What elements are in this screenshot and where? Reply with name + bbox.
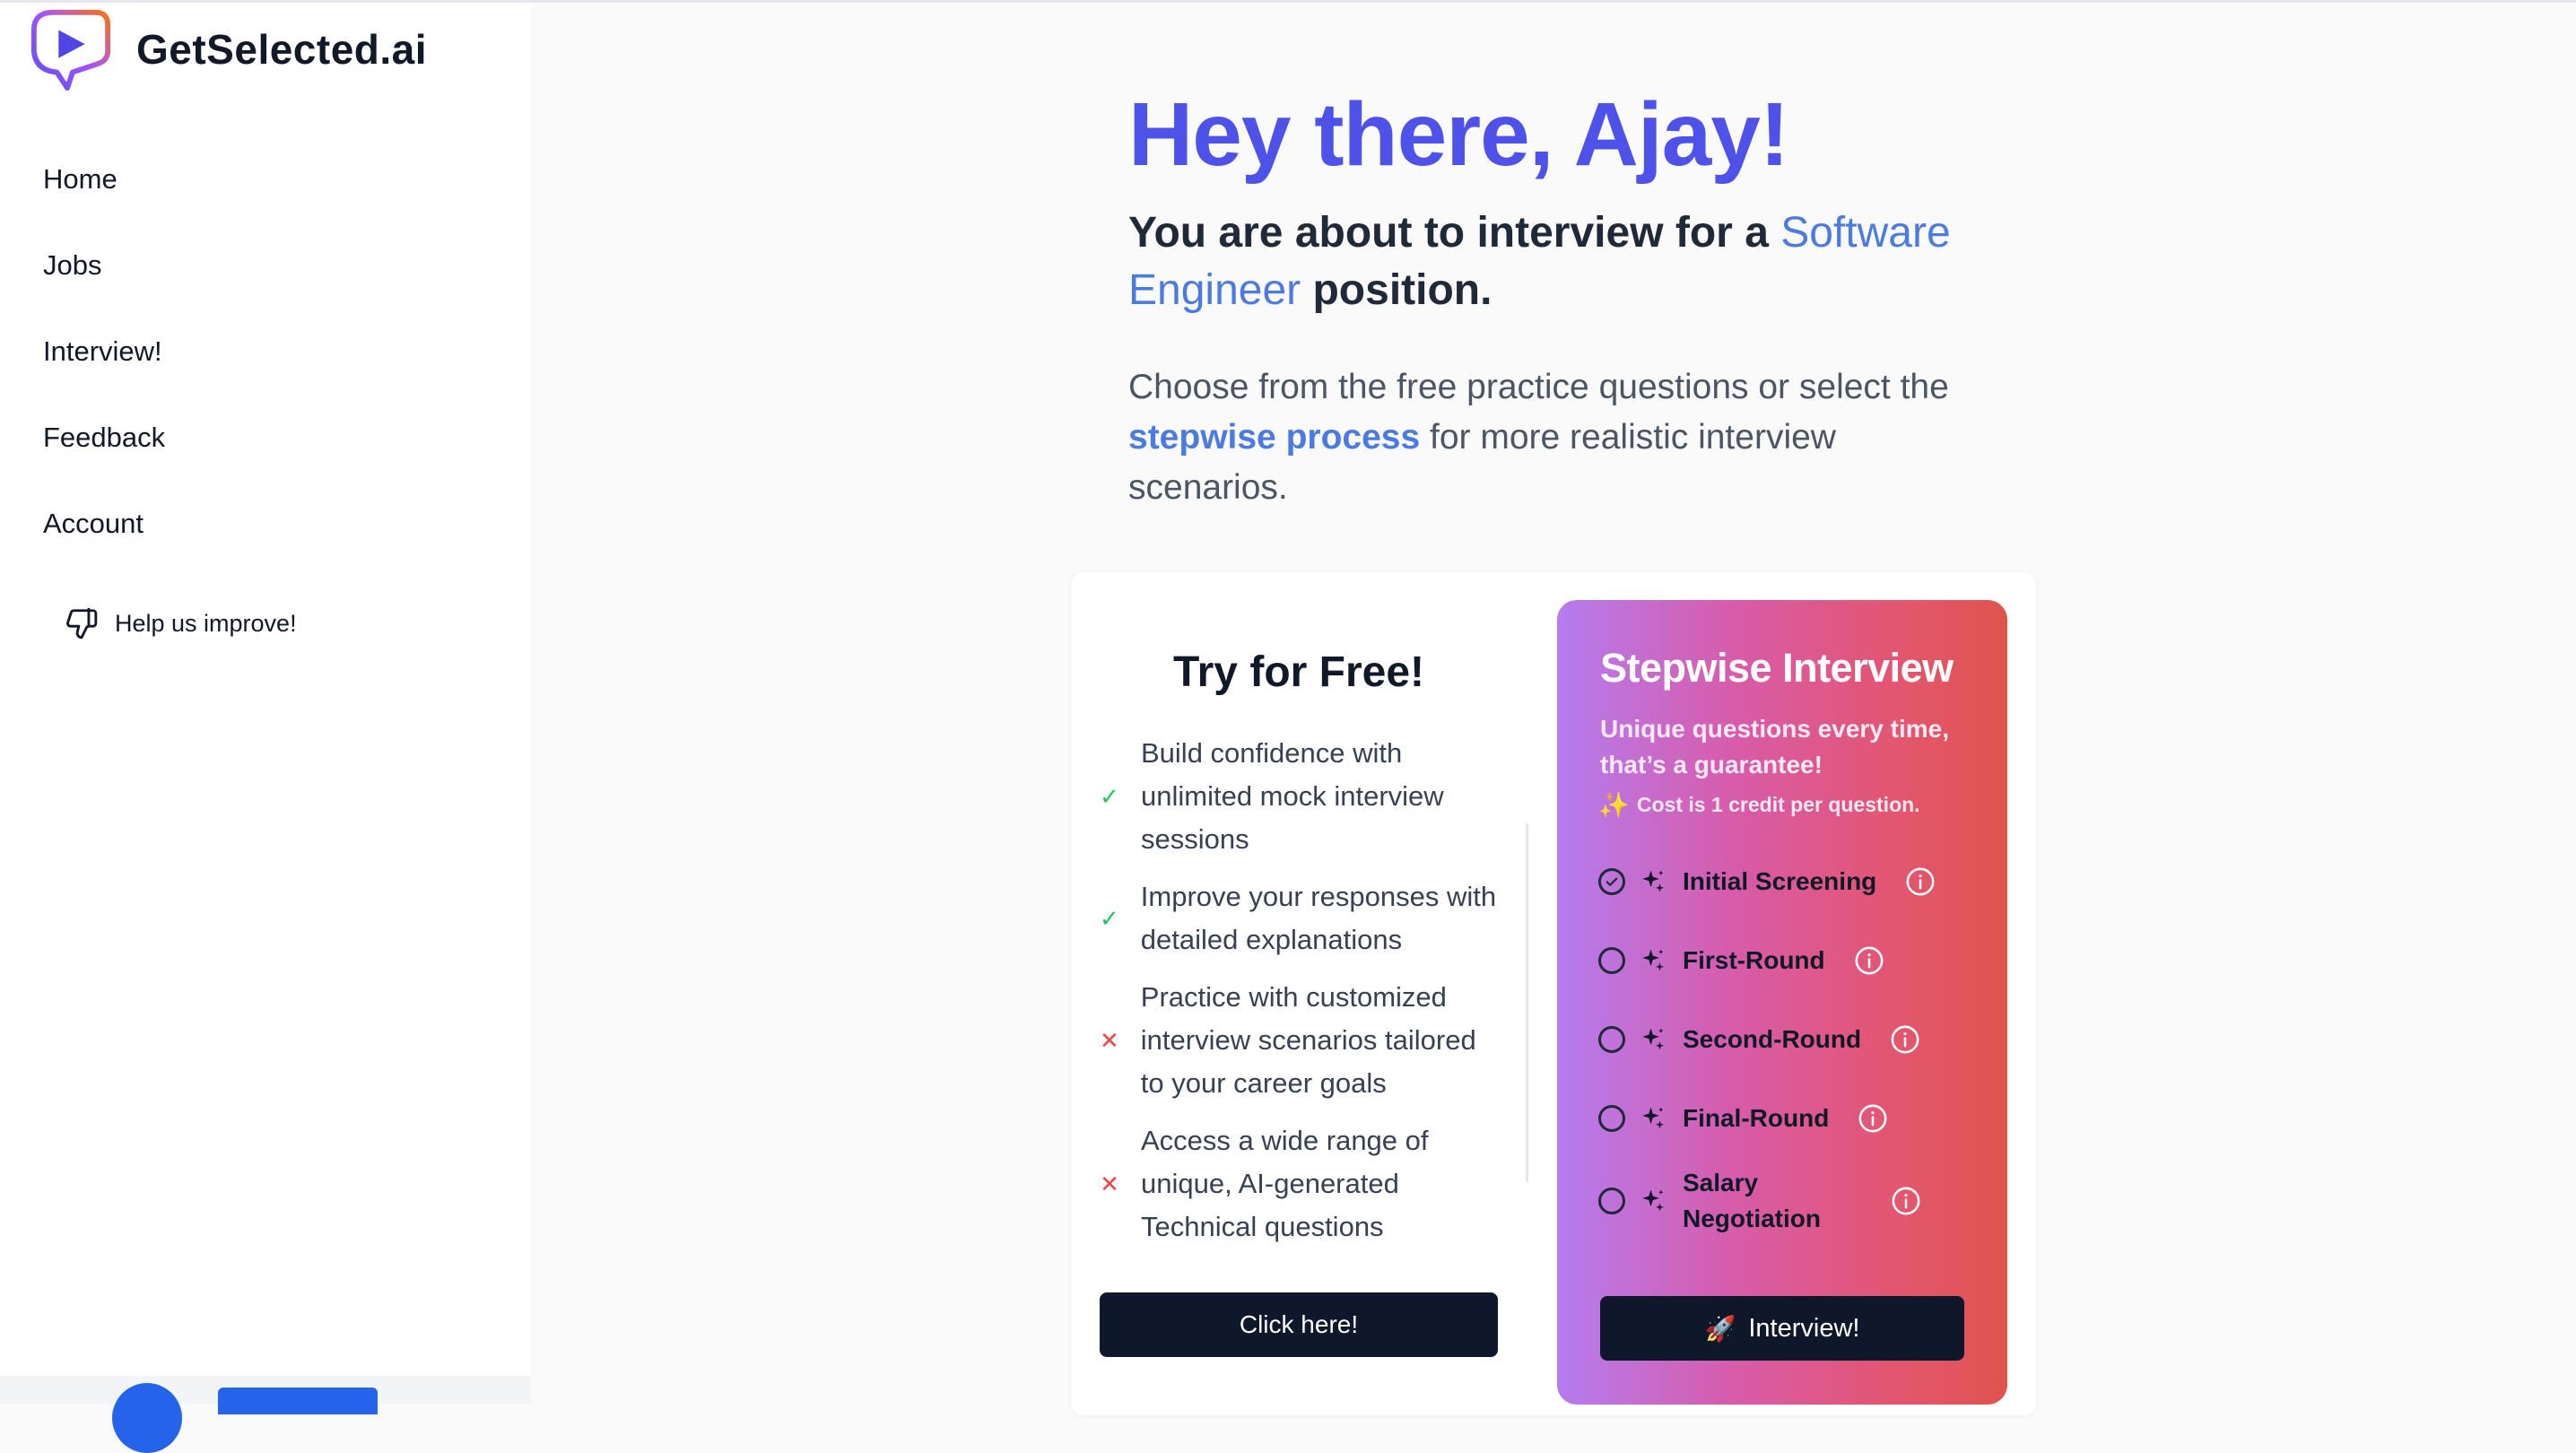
sidebar-item-account[interactable]: Account [43, 495, 165, 581]
try-free-button[interactable]: Click here! [1100, 1292, 1498, 1357]
round-label: Final-Round [1683, 1104, 1830, 1132]
free-feature-item: ✓ Improve your responses with detailed e… [1100, 875, 1503, 961]
sparkle-icon [1642, 949, 1664, 971]
stepwise-process-highlight: stepwise process [1128, 418, 1421, 457]
sparkles-icon: ✨ [1598, 791, 1630, 819]
round-option-initial-screening[interactable]: Initial Screening [1598, 864, 1936, 900]
sidebar-item-home[interactable]: Home [43, 151, 165, 237]
round-label: Salary Negotiation [1683, 1169, 1821, 1232]
round-label: Initial Screening [1683, 867, 1877, 895]
radio-unchecked-icon[interactable] [1598, 1026, 1625, 1053]
free-feature-item: ✕ Practice with customized interview sce… [1100, 976, 1503, 1105]
round-option-final-round[interactable]: Final-Round [1598, 1101, 1888, 1136]
check-icon: ✓ [1100, 782, 1119, 810]
sparkle-icon [1642, 870, 1664, 892]
subtitle-suffix: position. [1301, 266, 1493, 314]
sidebar-item-jobs[interactable]: Jobs [43, 237, 165, 323]
help-label: Help us improve! [115, 609, 297, 637]
page-title: Hey there, Ajay! [1128, 84, 1789, 185]
thumbs-down-icon [66, 607, 98, 639]
round-label: Second-Round [1683, 1025, 1862, 1053]
info-icon[interactable] [1858, 1103, 1888, 1134]
cost-text: Cost is 1 credit per question. [1636, 793, 1920, 816]
avatar[interactable] [112, 1383, 182, 1453]
sidebar-item-feedback[interactable]: Feedback [43, 409, 165, 495]
stepwise-cost: ✨ Cost is 1 credit per question. [1598, 790, 1920, 820]
sidebar: GetSelected.ai Home Jobs Interview! Feed… [0, 3, 531, 1405]
radio-unchecked-icon[interactable] [1598, 1105, 1625, 1132]
sparkle-icon [1642, 1107, 1664, 1129]
card-divider [1526, 823, 1528, 1182]
info-icon[interactable] [1854, 945, 1884, 976]
feature-text: Access a wide range of unique, AI-genera… [1141, 1125, 1429, 1242]
info-icon[interactable] [1891, 1186, 1921, 1216]
page-description: Choose from the free practice questions … [1128, 362, 1989, 513]
feature-text: Build confidence with unlimited mock int… [1141, 737, 1444, 855]
feature-text: Practice with customized interview scena… [1140, 981, 1476, 1099]
feature-text: Improve your responses with detailed exp… [1140, 881, 1497, 955]
sparkle-icon [1642, 1189, 1664, 1212]
description-prefix: Choose from the free practice questions … [1128, 368, 1949, 406]
sparkle-icon [1642, 1028, 1664, 1050]
sidebar-item-interview[interactable]: Interview! [43, 323, 165, 409]
subtitle-prefix: You are about to interview for a [1128, 209, 1781, 257]
cross-icon: ✕ [1100, 1026, 1119, 1054]
round-option-salary-negotiation[interactable]: Salary Negotiation [1598, 1165, 1921, 1237]
interview-button-label: Interview! [1748, 1313, 1860, 1343]
free-title: Try for Free! [1172, 648, 1425, 696]
free-feature-item: ✕ Access a wide range of unique, AI-gene… [1100, 1119, 1503, 1249]
sidebar-nav: Home Jobs Interview! Feedback Account [43, 151, 165, 581]
play-chat-logo-icon [30, 9, 111, 91]
brand[interactable]: GetSelected.ai [27, 4, 427, 94]
stepwise-subtitle: Unique questions every time, that’s a gu… [1600, 715, 1949, 779]
radio-unchecked-icon[interactable] [1598, 1188, 1625, 1214]
info-icon[interactable] [1905, 866, 1936, 897]
round-label: First-Round [1683, 946, 1825, 974]
brand-name: GetSelected.ai [136, 26, 428, 73]
page-subtitle: You are about to interview for a Softwar… [1128, 204, 2007, 319]
round-option-first-round[interactable]: First-Round [1598, 943, 1884, 979]
stepwise-title: Stepwise Interview [1600, 645, 1954, 691]
info-icon[interactable] [1890, 1024, 1920, 1055]
rocket-icon: 🚀 [1704, 1314, 1736, 1343]
radio-unchecked-icon[interactable] [1598, 947, 1625, 974]
check-icon: ✓ [1100, 904, 1119, 932]
radio-checked-icon[interactable] [1598, 868, 1625, 895]
cross-icon: ✕ [1100, 1170, 1119, 1197]
footer-button[interactable] [218, 1388, 378, 1414]
stepwise-panel: Stepwise Interview Unique questions ever… [1557, 600, 2007, 1405]
help-us-improve-link[interactable]: Help us improve! [65, 606, 297, 640]
free-feature-item: ✓ Build confidence with unlimited mock i… [1100, 732, 1503, 861]
round-option-second-round[interactable]: Second-Round [1598, 1022, 1920, 1057]
interview-button[interactable]: 🚀 Interview! [1600, 1296, 1964, 1361]
